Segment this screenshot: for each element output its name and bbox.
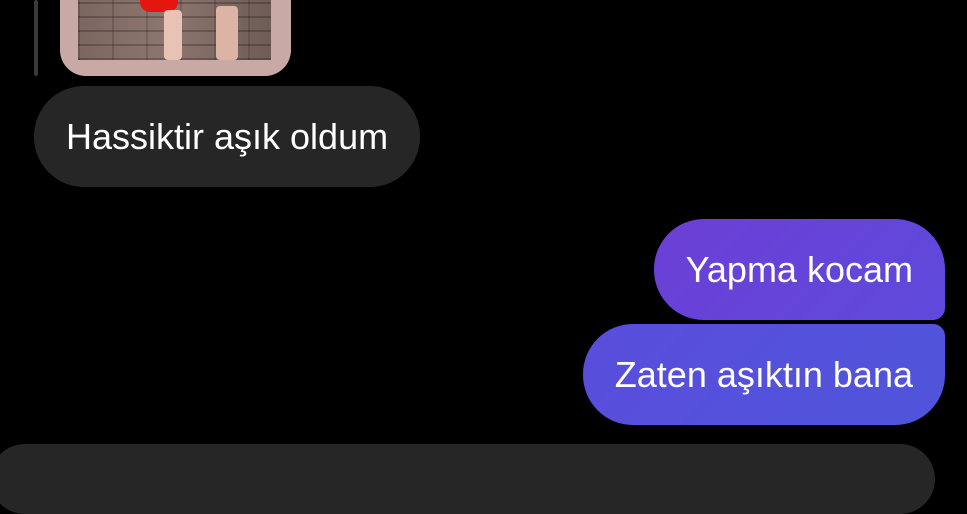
photo-figure-left — [164, 10, 182, 60]
outgoing-message-bubble[interactable]: Yapma kocam — [653, 219, 945, 320]
message-text: Yapma kocam — [685, 248, 913, 290]
outgoing-message-bubble[interactable]: Zaten aşıktın bana — [582, 324, 945, 425]
message-text: Zaten aşıktın bana — [614, 353, 913, 395]
reply-indicator-bar — [34, 0, 38, 76]
replied-image-thumbnail[interactable] — [60, 0, 291, 76]
message-text: Hassiktir aşık oldum — [66, 115, 389, 157]
message-composer[interactable] — [0, 444, 935, 514]
incoming-message-bubble[interactable]: Hassiktir aşık oldum — [34, 86, 421, 187]
photo-content — [78, 0, 271, 60]
photo-figure-right — [216, 6, 238, 60]
